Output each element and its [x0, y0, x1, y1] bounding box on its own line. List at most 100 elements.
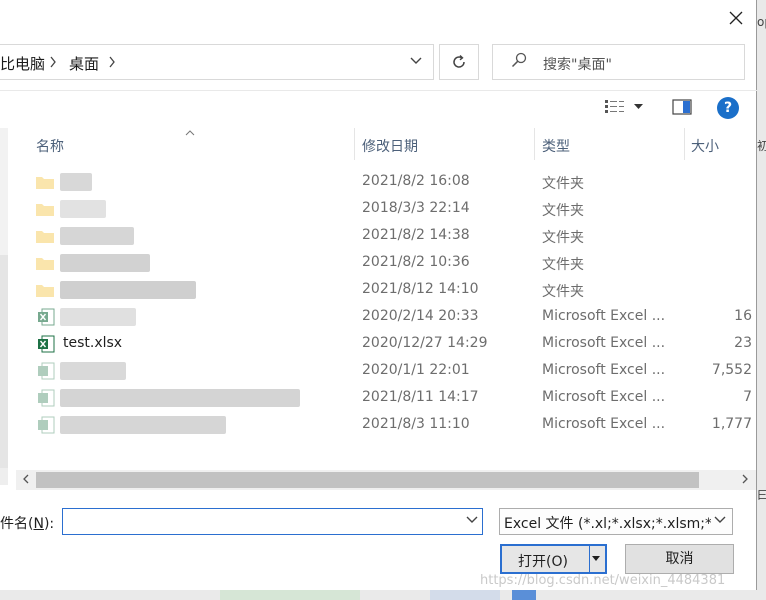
file-list: 名称 修改日期 类型 大小 2021/8/2 16:08 文件夹 2018/3/…	[20, 128, 756, 468]
preview-pane-icon[interactable]	[672, 99, 692, 115]
modified-date: 2021/8/11 14:17	[362, 389, 479, 405]
help-icon[interactable]: ?	[717, 97, 739, 119]
search-icon	[511, 52, 527, 68]
breadcrumb-chevron-icon[interactable]	[49, 52, 57, 72]
excel-file-icon	[38, 308, 55, 326]
file-size: 7	[743, 389, 752, 405]
file-type: 文件夹	[542, 203, 584, 219]
column-divider[interactable]	[684, 128, 685, 160]
file-row[interactable]: 2020/2/14 20:33 Microsoft Excel ... 16	[20, 304, 756, 331]
breadcrumb-chevron-icon[interactable]	[108, 52, 116, 72]
file-row[interactable]: 2021/8/3 11:10 Microsoft Excel ... 1,777	[20, 412, 756, 439]
modified-date: 2021/8/2 10:36	[362, 254, 470, 270]
column-header-modified[interactable]: 修改日期	[362, 136, 418, 156]
cancel-button[interactable]: 取消	[625, 544, 734, 574]
open-file-dialog: 比电脑 桌面 搜索"桌面" ? 名称 修改日期 类型 大小 2021/8/2 1…	[0, 0, 757, 590]
background-text: op	[757, 15, 766, 29]
view-options-dropdown[interactable]	[634, 98, 648, 116]
modified-date: 2020/12/27 14:29	[362, 335, 488, 351]
file-name: test.xlsx	[63, 335, 123, 351]
split-divider	[589, 546, 590, 572]
open-options-dropdown[interactable]	[591, 551, 601, 568]
file-type-filter-select[interactable]: Excel 文件 (*.xl;*.xlsx;*.xlsm;*.	[499, 508, 733, 535]
refresh-button[interactable]	[439, 44, 479, 80]
horizontal-scrollbar[interactable]	[16, 470, 756, 490]
modified-date: 2021/8/2 14:38	[362, 227, 470, 243]
folder-icon	[36, 285, 54, 297]
toolbar-divider	[0, 90, 757, 91]
modified-date: 2020/1/1 22:01	[362, 362, 470, 378]
redacted-filename	[60, 173, 92, 191]
scrollbar-thumb[interactable]	[36, 472, 699, 488]
file-row[interactable]: test.xlsx 2020/12/27 14:29 Microsoft Exc…	[20, 331, 756, 358]
column-header-name[interactable]: 名称	[36, 136, 64, 156]
column-divider[interactable]	[534, 128, 535, 160]
column-header-type[interactable]: 类型	[542, 136, 570, 156]
caret-down-icon	[634, 104, 643, 109]
folder-icon	[36, 177, 54, 189]
scroll-right-arrow-icon[interactable]	[736, 470, 754, 490]
filename-label: 件名(N):	[0, 516, 55, 532]
redacted-filename	[60, 416, 226, 434]
breadcrumb-desktop[interactable]: 桌面	[69, 53, 99, 74]
redacted-filename	[60, 227, 134, 245]
background-window-strip: op 初 曰	[757, 0, 766, 600]
background-text: 初	[757, 139, 766, 153]
caret-down-icon	[592, 556, 600, 561]
background-text: 曰	[757, 488, 766, 502]
redacted-filename	[60, 200, 106, 218]
column-divider[interactable]	[354, 128, 355, 160]
open-button-label: 打开(O)	[518, 554, 568, 570]
file-row[interactable]: 2021/8/2 14:38 文件夹	[20, 223, 756, 250]
modified-date: 2020/2/14 20:33	[362, 308, 479, 324]
file-row[interactable]: 2021/8/12 14:10 文件夹	[20, 277, 756, 304]
file-type: 文件夹	[542, 284, 584, 300]
navigation-pane-edge	[0, 255, 8, 485]
modified-date: 2021/8/2 16:08	[362, 173, 470, 189]
excel-file-icon	[38, 416, 55, 434]
file-size: 7,552	[711, 362, 752, 378]
file-size: 23	[734, 335, 752, 351]
modified-date: 2021/8/12 14:10	[362, 281, 479, 297]
modified-date: 2021/8/3 11:10	[362, 416, 470, 432]
scroll-left-arrow-icon[interactable]	[16, 470, 34, 490]
file-type: 文件夹	[542, 257, 584, 273]
file-size: 1,777	[711, 416, 752, 432]
file-row[interactable]: 2021/8/11 14:17 Microsoft Excel ... 7	[20, 385, 756, 412]
watermark-text: https://blog.csdn.net/weixin_4484381	[480, 573, 726, 588]
redacted-filename	[60, 362, 126, 380]
file-row[interactable]: 2021/8/2 16:08 文件夹	[20, 169, 756, 196]
file-row[interactable]: 2018/3/3 22:14 文件夹	[20, 196, 756, 223]
file-type-filter-value: Excel 文件 (*.xl;*.xlsx;*.xlsm;*.	[504, 516, 717, 532]
sort-ascending-icon	[185, 128, 195, 139]
file-type: 文件夹	[542, 176, 584, 192]
column-header-size[interactable]: 大小	[691, 136, 719, 156]
filename-history-dropdown[interactable]	[466, 513, 478, 528]
search-input[interactable]: 搜索"桌面"	[492, 44, 745, 80]
folder-icon	[36, 258, 54, 270]
filename-field[interactable]	[62, 508, 483, 535]
change-view-icon[interactable]	[604, 98, 626, 116]
file-type: 文件夹	[542, 230, 584, 246]
folder-icon	[36, 231, 54, 243]
redacted-filename	[60, 254, 150, 272]
breadcrumb-this-pc[interactable]: 比电脑	[0, 53, 45, 74]
background-taskbar-strip	[0, 590, 766, 600]
close-button[interactable]	[724, 6, 748, 30]
chevron-down-icon	[711, 513, 726, 528]
excel-file-icon	[38, 362, 55, 380]
excel-file-icon	[38, 389, 55, 407]
address-history-dropdown[interactable]	[406, 51, 426, 73]
chevron-down-icon	[466, 516, 478, 523]
file-size: 16	[734, 308, 752, 324]
redacted-filename	[60, 308, 136, 326]
file-row[interactable]: 2021/8/2 10:36 文件夹	[20, 250, 756, 277]
open-button[interactable]: 打开(O)	[500, 544, 607, 574]
excel-file-icon	[38, 335, 55, 353]
refresh-icon	[453, 54, 465, 68]
file-row[interactable]: 2020/1/1 22:01 Microsoft Excel ... 7,552	[20, 358, 756, 385]
close-icon	[729, 11, 743, 25]
address-bar[interactable]: 比电脑 桌面	[0, 44, 434, 80]
chevron-down-icon	[410, 57, 422, 64]
redacted-filename	[60, 281, 196, 299]
